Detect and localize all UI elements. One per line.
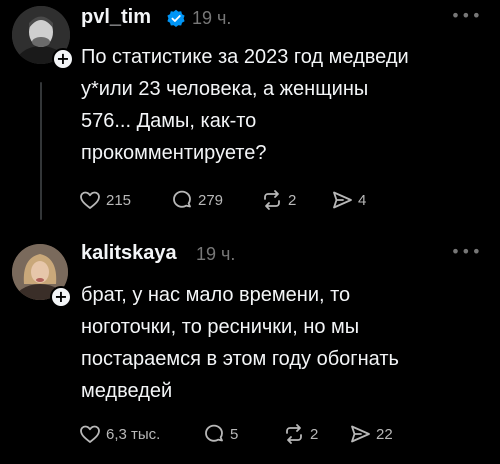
repost-icon [286,424,302,444]
share-button[interactable]: 4 [330,188,366,212]
share-count: 22 [376,425,393,443]
follow-plus-icon[interactable]: + [50,286,72,308]
like-count: 6,3 тыс. [106,425,161,443]
verified-badge-icon [167,9,185,28]
heart-icon [80,425,100,443]
post-text: брат, у нас мало времени, то ноготочки, … [81,284,399,402]
heart-icon [80,191,100,209]
comment-icon [205,424,223,442]
username[interactable]: pvl_tim [81,6,151,29]
repost-button[interactable]: 2 [282,422,318,446]
reply-count: 279 [198,191,224,209]
send-icon [351,425,370,443]
share-count: 4 [358,191,367,209]
repost-button[interactable]: 2 [260,188,296,212]
like-button[interactable]: 6,3 тыс. [78,422,160,446]
share-button[interactable]: 22 [348,422,393,446]
send-icon [333,191,352,209]
more-options-icon[interactable]: ••• [451,6,482,25]
post[interactable]: + pvl_tim 19 ч. ••• По статистике за 202… [0,0,500,232]
follow-plus-icon[interactable]: + [52,48,74,70]
username[interactable]: kalitskaya [81,242,177,265]
repost-count: 2 [310,425,319,443]
thread-line [40,82,42,220]
more-options-icon[interactable]: ••• [451,242,482,261]
comment-icon [173,190,191,208]
reply-button[interactable]: 5 [202,422,238,446]
like-button[interactable]: 215 [78,188,131,212]
post[interactable]: + kalitskaya 19 ч. ••• брат, у нас мало … [0,232,500,464]
post-time: 19 ч. [196,244,236,264]
post-time: 19 ч. [192,8,232,28]
like-count: 215 [106,191,132,209]
repost-count: 2 [288,191,297,209]
repost-icon [264,190,280,210]
reply-count: 5 [230,425,239,443]
post-text: По статистике за 2023 год медведи у*или … [81,46,409,164]
reply-button[interactable]: 279 [170,188,223,212]
